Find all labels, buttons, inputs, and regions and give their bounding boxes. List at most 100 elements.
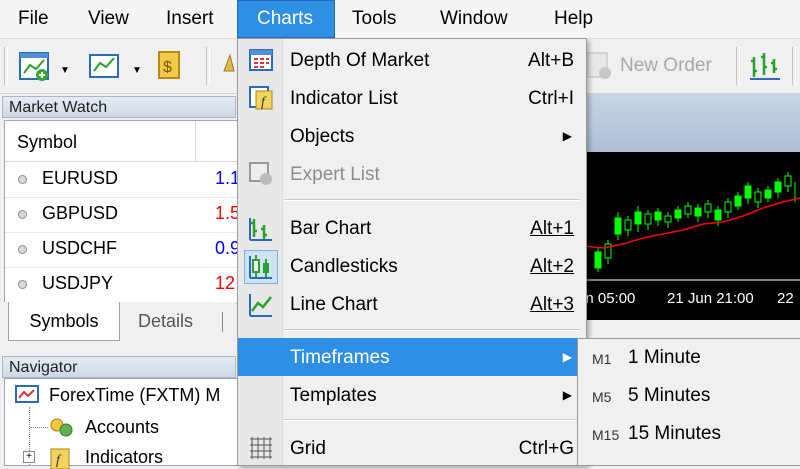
tab-details[interactable]: Details	[138, 302, 193, 340]
timeframe-m5[interactable]: M5 5 Minutes	[578, 377, 800, 415]
menu-item-label: Objects	[290, 126, 355, 147]
timeframes-submenu: M1 1 Minute M5 5 Minutes M15 15 Minutes	[577, 338, 800, 466]
menu-item-expert-list: Expert List	[238, 155, 584, 193]
indicator-list-icon: f	[249, 86, 273, 110]
menu-item-bar-chart[interactable]: Bar Chart Alt+1	[238, 209, 584, 247]
submenu-arrow-icon: ▶	[562, 388, 572, 402]
chart-title-bar	[583, 94, 800, 152]
new-order-button[interactable]: New Order	[620, 55, 712, 77]
timeframe-label: 5 Minutes	[628, 385, 711, 406]
table-row[interactable]: USDCHF 0.9	[5, 232, 240, 268]
menu-item-label: Expert List	[290, 164, 380, 185]
menu-item-depth-of-market[interactable]: Depth Of Market Alt+B	[238, 41, 584, 79]
menu-item-label: Indicator List	[290, 88, 398, 109]
bar-chart-icon	[249, 218, 272, 241]
navigator-item-broker[interactable]: ForexTime (FXTM) M	[49, 385, 220, 406]
menu-tools[interactable]: Tools	[352, 0, 396, 38]
table-row[interactable]: GBPUSD 1.5	[5, 197, 240, 233]
menu-file[interactable]: File	[18, 0, 49, 38]
expert-list-icon	[249, 162, 272, 185]
menu-item-objects[interactable]: Objects ▶	[238, 117, 584, 155]
navigator-item-accounts[interactable]: Accounts	[85, 417, 159, 438]
menu-item-line-chart[interactable]: Line Chart Alt+3	[238, 285, 584, 323]
time-axis-label: 22	[777, 290, 794, 307]
navigator-item-indicators[interactable]: Indicators	[85, 447, 163, 468]
table-row[interactable]: EURUSD 1.1	[5, 162, 240, 198]
depth-of-market-icon	[249, 49, 273, 71]
line-chart-icon	[249, 294, 272, 317]
submenu-arrow-icon: ▶	[562, 350, 572, 364]
menu-item-label: Candlesticks	[290, 256, 398, 277]
toolbar-separator	[206, 47, 210, 85]
shortcut-label: Alt+3	[530, 294, 574, 315]
table-row[interactable]: USDJPY 12	[5, 267, 237, 303]
symbol-status-icon	[18, 175, 27, 184]
profiles-icon[interactable]	[88, 49, 124, 83]
menu-item-label: Depth Of Market	[290, 50, 430, 71]
toolbar-grip	[4, 47, 8, 85]
tree-line	[30, 427, 48, 428]
toolbar-separator	[736, 47, 740, 85]
menu-charts[interactable]: Charts	[237, 0, 335, 38]
menu-item-label: Bar Chart	[290, 218, 372, 239]
submenu-arrow-icon: ▶	[562, 129, 572, 143]
charts-menu: Depth Of Market Alt+B f Indicator List C…	[237, 38, 587, 466]
menu-item-templates[interactable]: Templates ▶	[238, 376, 584, 414]
market-watch-table: Symbol EURUSD 1.1 GBPUSD 1.5 USDCHF 0.9 …	[4, 120, 240, 304]
bid-value: 12	[215, 273, 236, 293]
menu-separator	[284, 199, 580, 201]
menu-bar: File View Insert Charts Tools Window Hel…	[0, 0, 800, 39]
tab-symbols[interactable]: Symbols	[8, 302, 120, 341]
terminal-icon	[15, 385, 39, 403]
expand-icon[interactable]: +	[23, 451, 35, 463]
table-header: Symbol	[5, 121, 237, 162]
menu-item-indicator-list[interactable]: f Indicator List Ctrl+I	[238, 79, 584, 117]
bar-chart-icon[interactable]	[748, 49, 784, 83]
market-watch-title: Market Watch	[2, 96, 236, 118]
menu-item-label: Templates	[290, 385, 377, 406]
new-chart-icon[interactable]	[18, 49, 54, 83]
menu-item-label: Line Chart	[290, 294, 378, 315]
symbol-name: EURUSD	[42, 168, 119, 188]
shortcut-label: Ctrl+I	[528, 88, 574, 109]
timeframe-m15[interactable]: M15 15 Minutes	[578, 415, 800, 453]
menu-item-candlesticks[interactable]: Candlesticks Alt+2	[238, 247, 584, 285]
grid-icon	[250, 437, 272, 459]
chevron-down-icon[interactable]: ▼	[132, 65, 142, 76]
symbol-name: GBPUSD	[42, 203, 119, 223]
timeframe-code: M15	[592, 427, 620, 443]
menu-help[interactable]: Help	[554, 0, 593, 38]
timeframe-m1[interactable]: M1 1 Minute	[578, 339, 800, 377]
menu-item-timeframes[interactable]: Timeframes ▶	[238, 338, 584, 376]
shortcut-label: Alt+2	[530, 256, 574, 277]
accounts-icon	[50, 418, 73, 437]
menu-window[interactable]: Window	[440, 0, 508, 38]
price-chart[interactable]: un 05:00 21 Jun 21:00 22	[577, 152, 800, 320]
menu-view[interactable]: View	[88, 0, 129, 38]
candlesticks-icon	[249, 255, 272, 279]
market-watch-icon[interactable]: $	[156, 49, 186, 83]
symbol-status-icon	[18, 210, 27, 219]
shortcut-label: Ctrl+G	[518, 438, 574, 459]
column-divider	[195, 121, 196, 161]
symbol-status-icon	[18, 280, 27, 289]
menu-insert[interactable]: Insert	[166, 0, 214, 38]
symbol-status-icon	[18, 245, 27, 254]
timeframe-code: M5	[592, 389, 612, 405]
bell-icon[interactable]	[222, 49, 236, 83]
timeframe-code: M1	[592, 351, 612, 367]
menu-item-label: Timeframes	[290, 347, 390, 368]
timeframe-label: 1 Minute	[628, 347, 701, 368]
tab-divider	[222, 312, 223, 332]
timeframe-label: 15 Minutes	[628, 423, 721, 444]
menu-item-grid[interactable]: Grid Ctrl+G	[238, 429, 584, 467]
chevron-down-icon[interactable]: ▼	[60, 65, 70, 76]
menu-separator	[284, 419, 580, 421]
time-axis-label: 21 Jun 21:00	[667, 290, 754, 307]
new-order-icon[interactable]	[585, 49, 615, 83]
navigator-tree: ForexTime (FXTM) M Accounts + f Indicato…	[4, 378, 238, 469]
column-symbol[interactable]: Symbol	[17, 132, 77, 153]
navigator-title: Navigator	[2, 356, 236, 378]
shortcut-label: Alt+B	[528, 50, 574, 71]
symbol-name: USDCHF	[42, 238, 117, 258]
